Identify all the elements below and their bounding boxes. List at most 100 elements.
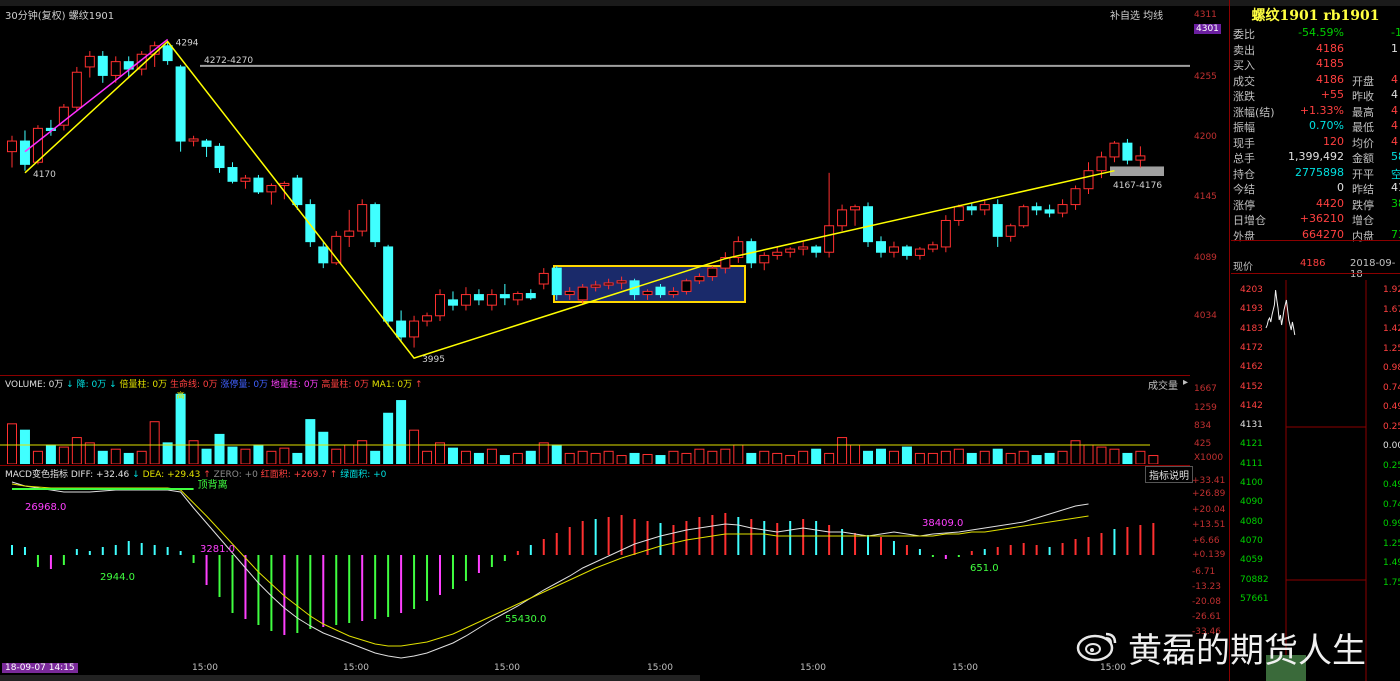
time-axis-label: 15:00 [800, 663, 826, 673]
volume-bar [551, 444, 562, 464]
intraday-price-label: 4059 [1240, 555, 1263, 566]
volume-bar [914, 452, 925, 464]
quote-key: 均价 [1352, 136, 1374, 150]
candle [305, 199, 316, 247]
volume-bar [966, 452, 977, 464]
volume-bar [629, 452, 640, 464]
volume-bar [110, 448, 121, 464]
candle-body [837, 209, 848, 227]
intraday-percent-label: 0.25% [1383, 421, 1400, 432]
candle [953, 204, 964, 226]
candle [811, 244, 822, 258]
volume-bar [149, 421, 160, 464]
candle [331, 231, 342, 265]
volume-bar [292, 452, 303, 464]
candle-body [473, 294, 484, 301]
intraday-percent-label: 0.98% [1383, 363, 1400, 373]
candle-body [590, 284, 601, 288]
volume-bar [71, 437, 82, 464]
quote-row: 涨跌 +55 昨收 4 [1231, 88, 1400, 103]
quote-row: 买入 4185 [1231, 57, 1400, 72]
candle [7, 135, 17, 168]
macd-axis-label: +20.04 [1192, 505, 1226, 515]
candle [525, 289, 536, 300]
magenta-trend-line [24, 38, 169, 153]
volume-bar [331, 448, 342, 464]
candle [240, 174, 251, 189]
volume-bar [940, 450, 951, 464]
resistance-label: 4272-4270 [204, 56, 253, 66]
volume-bar [162, 442, 173, 464]
candle-body [681, 280, 692, 292]
candle [253, 174, 264, 194]
candle [110, 56, 121, 83]
candle-body [564, 290, 575, 296]
candle-body [1057, 204, 1068, 214]
volume-bar [642, 453, 653, 464]
candle [486, 289, 497, 311]
candle-body [1005, 225, 1016, 237]
volume-bar [759, 450, 770, 464]
macd-value-label: 651.0 [970, 563, 999, 574]
quote-key: 日增仓 [1233, 214, 1266, 227]
quote-value: -1 [1391, 26, 1400, 39]
candlestick-chart[interactable]: 4294 4272-4270 4170 3995 4167-4176 [0, 14, 1190, 374]
intraday-price-label: 4183 [1240, 323, 1263, 334]
candle-body [940, 219, 951, 248]
candle [901, 244, 912, 260]
volume-bar [720, 448, 731, 464]
candle-body [798, 246, 809, 250]
time-axis-label: 15:00 [343, 663, 369, 673]
intraday-price-label: 4131 [1240, 420, 1263, 431]
candle-body [668, 290, 679, 296]
macd-axis-label: -6.71 [1192, 567, 1216, 577]
candle [837, 204, 848, 232]
candle-body [188, 138, 199, 142]
intraday-price-label: 70882 [1240, 574, 1269, 585]
candle [214, 143, 225, 173]
volume-bar [694, 448, 705, 464]
quote-key: 涨停 [1233, 198, 1255, 212]
intraday-price-label: 4193 [1240, 304, 1263, 315]
quote-value: 586. [1391, 150, 1400, 163]
quote-row: 涨幅(结) +1.33% 最高 4 [1231, 104, 1400, 119]
candle [888, 241, 899, 258]
candle-body [435, 294, 446, 317]
indicator-tabs[interactable] [0, 675, 700, 681]
quote-value: 38 [1391, 196, 1400, 210]
volume-bar [888, 450, 899, 464]
volume-bar [1005, 452, 1016, 464]
time-axis-label: 15:00 [192, 663, 218, 673]
candle-body [7, 140, 17, 153]
candle [759, 252, 770, 271]
intraday-percent-label: 1.25% [1383, 538, 1400, 549]
candle [940, 215, 951, 253]
quote-row: 成交 4186 开盘 4 [1231, 73, 1400, 88]
time-axis-label: 15:00 [494, 663, 520, 673]
volume-bar [1135, 450, 1146, 464]
volume-bar [486, 448, 497, 464]
candle-body [1070, 188, 1081, 206]
candle [1122, 138, 1133, 165]
candle-body [357, 204, 368, 232]
volume-bar [512, 452, 523, 464]
quote-key: 涨跌 [1233, 90, 1255, 103]
volume-bar [227, 446, 238, 464]
volume-bar [1083, 444, 1094, 464]
dropdown-arrow-icon[interactable]: ▸ [1183, 377, 1188, 388]
macd-axis-label: +0.139 [1192, 550, 1226, 560]
quote-key: 开盘 [1352, 74, 1374, 88]
intraday-price-label: 4070 [1240, 535, 1263, 546]
intraday-price-label: 4152 [1240, 381, 1263, 392]
price-axis-label: 4034 [1194, 311, 1217, 321]
volume-bar [681, 452, 692, 464]
candle-body [603, 282, 614, 286]
quote-value: 4 [1391, 103, 1398, 117]
time-cursor-label: 18-09-07 14:15 [2, 663, 78, 673]
candle [460, 287, 471, 311]
target-zone [1110, 166, 1164, 176]
volume-axis: 1667 1259 834 425 X1000 [1192, 376, 1229, 466]
quote-key: 跌停 [1352, 198, 1374, 212]
volume-bar [32, 450, 43, 464]
quote-key: 开平 [1352, 167, 1374, 181]
